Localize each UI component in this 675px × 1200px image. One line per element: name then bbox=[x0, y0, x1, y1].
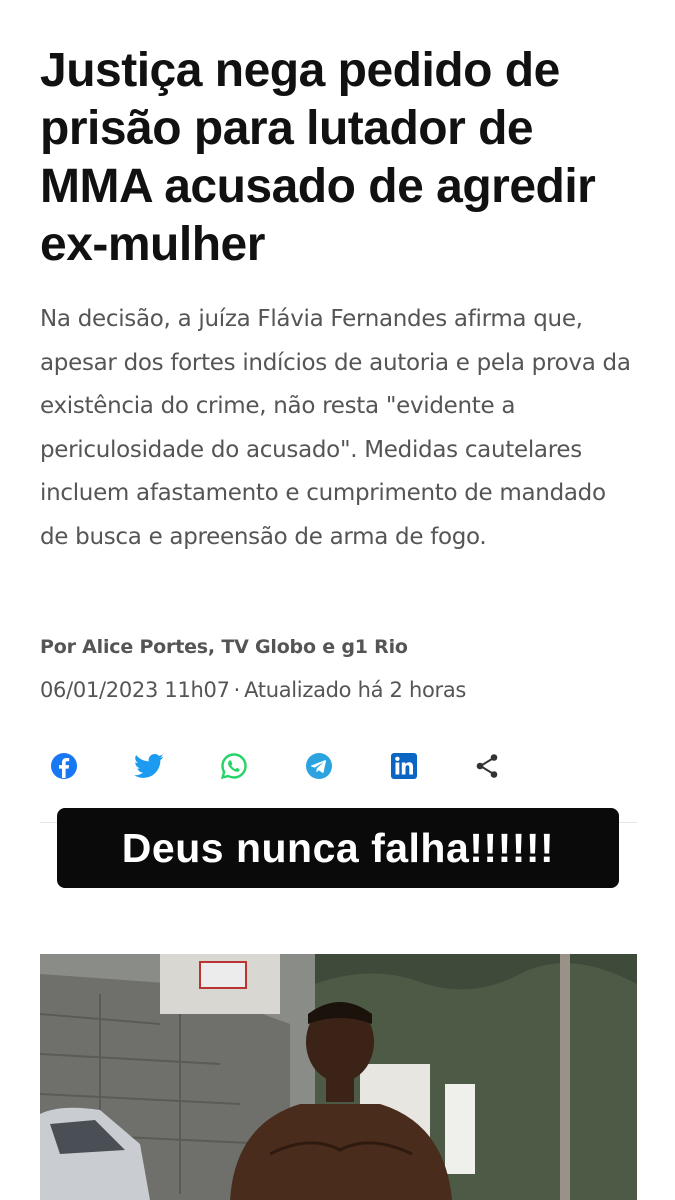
share-icon bbox=[476, 754, 498, 778]
overlay-text: Deus nunca falha!!!!!! bbox=[121, 824, 555, 871]
telegram-icon bbox=[306, 753, 332, 779]
article-dateline: 06/01/2023 11h07 · Atualizado há 2 horas bbox=[40, 678, 466, 702]
share-facebook-button[interactable] bbox=[40, 742, 88, 790]
article-summary: Na decisão, a juíza Flávia Fernandes afi… bbox=[40, 306, 631, 550]
share-whatsapp-button[interactable] bbox=[210, 742, 258, 790]
updated-time: Atualizado há 2 horas bbox=[244, 678, 467, 702]
facebook-icon bbox=[51, 753, 77, 779]
share-twitter-button[interactable] bbox=[125, 742, 173, 790]
article-photo[interactable] bbox=[40, 954, 637, 1200]
share-more-button[interactable] bbox=[463, 742, 511, 790]
article-headline: Justiça nega pedido de prisão para lutad… bbox=[40, 44, 596, 271]
share-telegram-button[interactable] bbox=[295, 742, 343, 790]
photo-illustration bbox=[40, 954, 637, 1200]
story-text-overlay: Deus nunca falha!!!!!! bbox=[57, 808, 619, 888]
whatsapp-icon bbox=[220, 753, 247, 780]
publish-date: 06/01/2023 11h07 bbox=[40, 678, 230, 702]
article-byline: Por Alice Portes, TV Globo e g1 Rio bbox=[40, 636, 408, 658]
linkedin-icon bbox=[391, 753, 417, 779]
share-bar bbox=[40, 742, 560, 790]
share-linkedin-button[interactable] bbox=[380, 742, 428, 790]
date-separator: · bbox=[233, 678, 241, 702]
twitter-icon bbox=[134, 754, 164, 778]
